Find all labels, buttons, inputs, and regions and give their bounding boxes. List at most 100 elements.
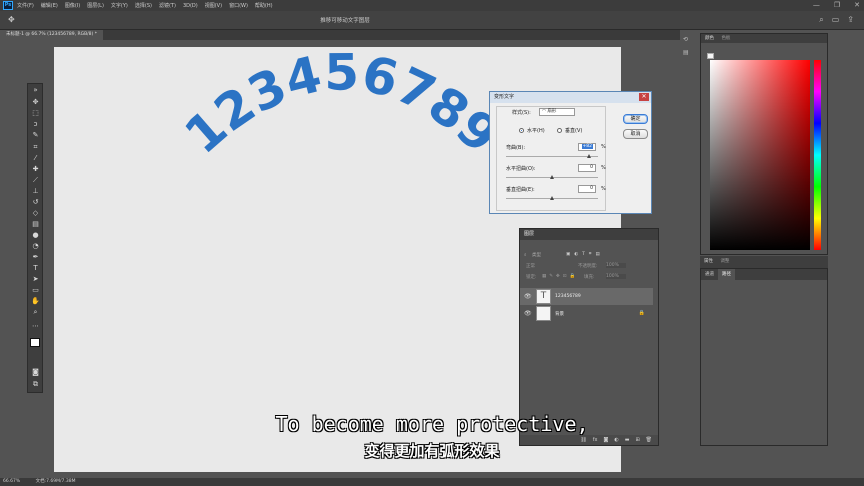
lock-icon: 🔒 (638, 310, 645, 316)
hdist-input[interactable]: 0 (578, 164, 596, 172)
vdist-input[interactable]: 0 (578, 185, 596, 193)
horizontal-radio[interactable] (519, 128, 524, 133)
quick-select-icon[interactable]: ✎ (31, 131, 40, 140)
bend-input[interactable]: +82 (578, 143, 596, 151)
gradient-icon[interactable]: ▤ (31, 220, 40, 229)
pen-icon[interactable]: ✒ (31, 253, 40, 262)
quick-mask-icon[interactable]: ◙ (31, 368, 40, 377)
tab-color[interactable]: 颜色 (705, 36, 714, 41)
rectangle-icon[interactable]: ▭ (31, 286, 40, 295)
foreground-swatch[interactable] (707, 53, 714, 59)
stamp-icon[interactable]: ⊥ (31, 187, 40, 196)
opacity-value[interactable]: 100% (606, 263, 626, 268)
tab-paths[interactable]: 路径 (718, 269, 735, 280)
history-brush-icon[interactable]: ↺ (31, 198, 40, 207)
dialog-title: 变形文字 (490, 92, 651, 103)
cancel-button[interactable]: 取消 (623, 129, 648, 139)
vdist-slider-thumb[interactable] (550, 196, 554, 200)
vertical-radio[interactable] (557, 128, 562, 133)
lock-label: 锁定: (526, 275, 537, 280)
menu-bar: Ps 文件(F) 编辑(E) 图像(I) 图层(L) 文字(Y) 选择(S) 滤… (0, 0, 864, 11)
tab-adjustments[interactable]: 调整 (720, 259, 729, 264)
visibility-eye-icon[interactable]: 👁 (524, 310, 532, 317)
fill-label: 填充: (584, 275, 595, 280)
filter-kind[interactable]: 类型 (532, 252, 541, 258)
bend-value: +82 (581, 144, 593, 149)
type-icon[interactable]: T (31, 264, 40, 273)
eyedropper-icon[interactable]: ⁄ (31, 154, 40, 163)
color-field[interactable] (710, 60, 810, 250)
hdist-slider-thumb[interactable] (550, 175, 554, 179)
screen-mode-icon[interactable]: ⧉ (31, 380, 40, 389)
lock-icons[interactable]: ▦✎✥⊡🔒 (542, 274, 578, 279)
menu-layer[interactable]: 图层(L) (87, 2, 104, 9)
menu-3d[interactable]: 3D(D) (183, 3, 198, 9)
move-icon[interactable]: ✥ (31, 98, 40, 107)
menu-file[interactable]: 文件(F) (17, 2, 34, 9)
blur-icon[interactable]: ● (31, 231, 40, 240)
minimize-icon[interactable]: — (813, 0, 820, 11)
filter-icons[interactable]: ▣◐T⌗▤ (566, 251, 604, 257)
zoom-icon[interactable]: ⌕ (31, 308, 40, 317)
share-icon[interactable]: ⇪ (847, 15, 854, 25)
fill-value[interactable]: 100% (606, 274, 626, 279)
warped-text: 123456789 (174, 47, 510, 165)
close-window-icon[interactable]: ✕ (854, 0, 860, 11)
style-select[interactable]: ◠ 扇形 (539, 108, 575, 116)
bend-label: 弯曲(B): (506, 145, 526, 151)
properties-icon[interactable]: ▤ (683, 49, 695, 56)
tools-panel: » ✥ ⬚ ↄ ✎ ⌗ ⁄ ✚ ⟋ ⊥ ↺ ◇ ▤ ● ◔ ✒ T ➤ ▭ ✋ … (27, 83, 43, 393)
bend-slider-thumb[interactable] (587, 154, 591, 158)
document-tab[interactable]: 未标题-1 @ 66.7% (123456789, RGB/8) * (0, 30, 103, 40)
layer-filter-row: ⌕ 类型 ▣◐T⌗▤ (520, 251, 658, 261)
dodge-icon[interactable]: ◔ (31, 242, 40, 251)
options-bar: ✥ 推移可移动文字图层 ⌕ ▭ ⇪ (0, 11, 864, 30)
bend-slider[interactable] (506, 156, 598, 157)
style-label: 样式(S): (512, 110, 531, 116)
visibility-eye-icon[interactable]: 👁 (524, 293, 532, 300)
lock-row: 锁定: ▦✎✥⊡🔒 填充: 100% (520, 274, 658, 284)
menu-window[interactable]: 窗口(W) (229, 2, 248, 9)
search-icon[interactable]: ⌕ (819, 15, 823, 25)
more-tools-icon[interactable]: ⋯ (31, 322, 40, 331)
restore-icon[interactable]: ❐ (834, 0, 840, 11)
lasso-icon[interactable]: ↄ (31, 120, 40, 129)
tab-properties[interactable]: 属性 (704, 259, 713, 264)
healing-icon[interactable]: ✚ (31, 165, 40, 174)
hdist-percent: % (601, 165, 606, 171)
layer-row-text[interactable]: 👁 T 123456789 (520, 288, 653, 305)
layer-row-background[interactable]: 👁 背景 🔒 (520, 305, 653, 322)
marquee-icon[interactable]: ⬚ (31, 109, 40, 118)
workspace-icon[interactable]: ▭ (832, 15, 840, 25)
menu-view[interactable]: 视图(V) (205, 2, 222, 9)
blend-row: 正常 不透明度: 100% (520, 263, 658, 273)
dialog-close-icon[interactable]: ✕ (639, 93, 649, 101)
vertical-label: 垂直(V) (565, 128, 583, 134)
hand-icon[interactable]: ✋ (31, 297, 40, 306)
zoom-level[interactable]: 66.67% (3, 479, 20, 484)
opacity-label: 不透明度: (578, 264, 598, 269)
foreground-color-swatch[interactable] (30, 338, 40, 347)
menu-image[interactable]: 图像(I) (65, 2, 80, 9)
tab-swatches[interactable]: 色板 (721, 36, 730, 41)
path-select-icon[interactable]: ➤ (31, 275, 40, 284)
eraser-icon[interactable]: ◇ (31, 209, 40, 218)
menu-edit[interactable]: 编辑(E) (41, 2, 58, 9)
hdist-label: 水平扭曲(O): (506, 166, 536, 172)
layer-name: 123456789 (555, 294, 581, 299)
filter-icon[interactable]: ⌕ (524, 252, 527, 258)
menu-filter[interactable]: 滤镜(T) (159, 2, 176, 9)
crop-icon[interactable]: ⌗ (31, 143, 40, 152)
menu-select[interactable]: 选择(S) (135, 2, 152, 9)
ok-button[interactable]: 确定 (623, 114, 648, 124)
collapse-icon[interactable]: » (31, 86, 40, 95)
hue-slider[interactable] (814, 60, 821, 250)
menu-help[interactable]: 帮助(H) (255, 2, 273, 9)
color-panel: 颜色 色板 (700, 33, 828, 255)
bend-percent: % (601, 144, 606, 150)
menu-type[interactable]: 文字(Y) (111, 2, 128, 9)
blend-mode[interactable]: 正常 (526, 263, 535, 269)
brush-icon[interactable]: ⟋ (31, 176, 40, 185)
tab-channels[interactable]: 通道 (701, 269, 718, 280)
history-icon[interactable]: ⟲ (683, 36, 695, 43)
